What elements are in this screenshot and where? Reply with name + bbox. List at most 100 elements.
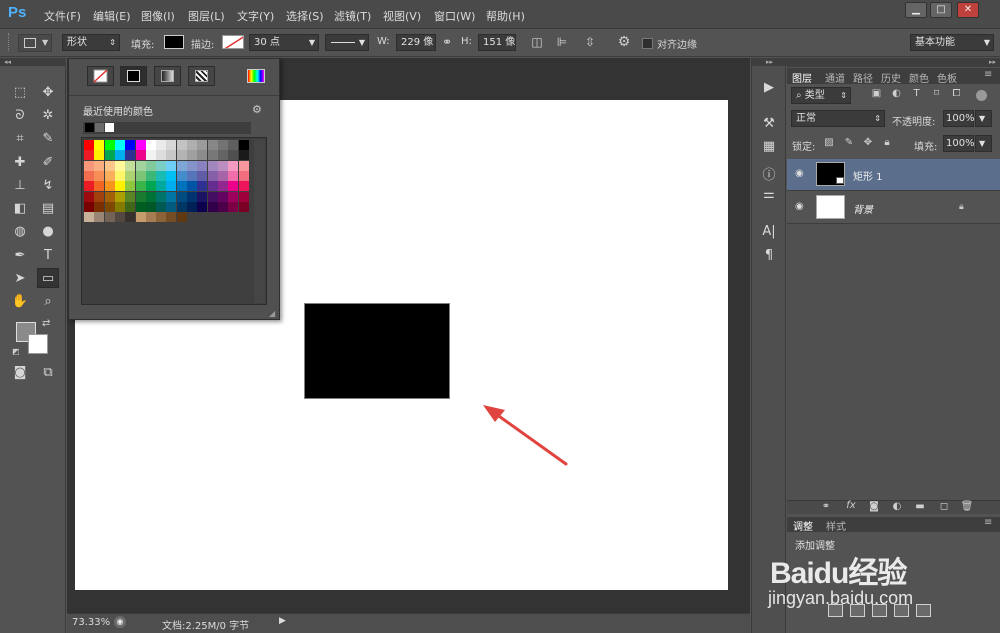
- color-swatch[interactable]: [104, 150, 115, 161]
- status-info-icon[interactable]: ◉: [114, 616, 126, 628]
- color-swatch[interactable]: [238, 181, 249, 192]
- color-swatch[interactable]: [104, 160, 115, 171]
- color-swatch[interactable]: [114, 150, 125, 161]
- color-swatch[interactable]: [125, 212, 136, 223]
- color-swatch[interactable]: [197, 191, 208, 202]
- background-color-swatch[interactable]: [28, 334, 48, 354]
- recent-color-swatch[interactable]: [105, 123, 114, 132]
- color-swatch[interactable]: [104, 201, 115, 212]
- color-swatch[interactable]: [217, 150, 228, 161]
- color-swatch[interactable]: [166, 170, 177, 181]
- color-swatch[interactable]: [84, 212, 94, 223]
- color-swatch[interactable]: [238, 201, 249, 212]
- trash-icon[interactable]: 🗑︎: [960, 501, 974, 512]
- color-swatch[interactable]: [125, 191, 136, 202]
- tool-presets-icon[interactable]: ⚒: [757, 116, 781, 134]
- color-swatch[interactable]: [156, 212, 167, 223]
- color-swatch[interactable]: [94, 191, 105, 202]
- color-swatch[interactable]: [135, 212, 146, 223]
- filter-shape-icon[interactable]: ⌑: [930, 88, 943, 99]
- move-tool-icon[interactable]: ✥: [37, 83, 59, 103]
- layer-row-rectangle[interactable]: ◉ 矩形 1: [787, 159, 1000, 191]
- color-swatch[interactable]: [228, 150, 239, 161]
- color-swatch[interactable]: [207, 201, 218, 212]
- color-swatch[interactable]: [156, 160, 167, 171]
- color-swatch[interactable]: [114, 191, 125, 202]
- marquee-tool-icon[interactable]: ⬚: [9, 83, 31, 103]
- collapse-handle[interactable]: ◂◂: [0, 58, 66, 66]
- opacity-input[interactable]: 100%: [943, 110, 975, 127]
- color-swatch[interactable]: [166, 150, 177, 161]
- color-swatch[interactable]: [228, 140, 239, 150]
- properties-icon[interactable]: ⚌: [757, 187, 781, 205]
- color-swatch[interactable]: [125, 150, 136, 161]
- color-swatch[interactable]: [94, 181, 105, 192]
- color-swatch[interactable]: [135, 140, 146, 150]
- panel-collapse-handle[interactable]: ▸▸: [787, 58, 1000, 67]
- filter-pixel-icon[interactable]: ▣: [870, 88, 883, 99]
- grip-handle[interactable]: [8, 33, 12, 51]
- color-swatch[interactable]: [104, 140, 115, 150]
- color-swatch[interactable]: [238, 150, 249, 161]
- path-operations-icon[interactable]: ◫: [530, 35, 544, 49]
- color-swatch[interactable]: [207, 150, 218, 161]
- color-swatch[interactable]: [156, 140, 167, 150]
- rectangle-tool-icon[interactable]: ▭: [37, 268, 59, 288]
- stroke-width-field[interactable]: 30 点 ▼: [249, 34, 319, 51]
- color-swatch[interactable]: [114, 201, 125, 212]
- color-swatch[interactable]: [217, 201, 228, 212]
- color-swatch[interactable]: [84, 191, 94, 202]
- close-button[interactable]: ✕: [957, 2, 979, 18]
- fill-swatch[interactable]: [164, 35, 184, 49]
- fill-opacity-input[interactable]: 100%: [943, 135, 975, 152]
- width-input[interactable]: 229 像: [396, 34, 436, 51]
- recent-color-swatch[interactable]: [85, 123, 94, 132]
- color-swatch[interactable]: [166, 212, 177, 223]
- color-swatch[interactable]: [94, 150, 105, 161]
- tab-swatches[interactable]: 色板: [937, 70, 957, 85]
- brush-tool-icon[interactable]: ✐: [37, 153, 59, 173]
- character-icon[interactable]: A|: [757, 224, 781, 242]
- zoom-tool-icon[interactable]: ⌕: [37, 292, 59, 312]
- resize-grip-icon[interactable]: ◢: [269, 309, 275, 318]
- color-swatch[interactable]: [114, 170, 125, 181]
- menu-window[interactable]: 窗口(W): [434, 8, 475, 24]
- layer-name[interactable]: 矩形 1: [853, 168, 883, 183]
- layer-mask-icon[interactable]: ◙: [867, 501, 881, 512]
- color-swatch[interactable]: [217, 191, 228, 202]
- brush-presets-icon[interactable]: ▦: [757, 139, 781, 157]
- color-swatch[interactable]: [176, 160, 187, 171]
- color-swatch[interactable]: [166, 140, 177, 150]
- zoom-level[interactable]: 73.33%: [72, 617, 110, 628]
- color-swatch[interactable]: [228, 160, 239, 171]
- color-swatch[interactable]: [156, 191, 167, 202]
- color-swatch[interactable]: [94, 170, 105, 181]
- menu-type[interactable]: 文字(Y): [237, 8, 274, 24]
- menu-file[interactable]: 文件(F): [44, 8, 81, 24]
- color-swatch[interactable]: [228, 201, 239, 212]
- color-swatch[interactable]: [176, 181, 187, 192]
- color-swatch[interactable]: [207, 170, 218, 181]
- mode-select[interactable]: 形状 ⇕: [62, 34, 120, 51]
- solid-color-button[interactable]: [120, 66, 147, 86]
- crop-tool-icon[interactable]: ⌗: [9, 129, 31, 149]
- swap-colors-icon[interactable]: ⇄: [42, 318, 50, 329]
- color-swatch[interactable]: [145, 170, 156, 181]
- eyedropper-tool-icon[interactable]: ✎: [37, 129, 59, 149]
- color-swatch[interactable]: [125, 140, 136, 150]
- menu-select[interactable]: 选择(S): [286, 8, 324, 24]
- fx-icon[interactable]: fx: [843, 500, 859, 511]
- color-swatch[interactable]: [84, 170, 94, 181]
- path-alignment-icon[interactable]: ⊫: [555, 35, 569, 49]
- tab-layers[interactable]: 图层: [792, 70, 812, 85]
- gear-icon[interactable]: ⚙: [252, 103, 262, 116]
- opacity-slider-toggle[interactable]: ▼: [975, 110, 992, 127]
- color-swatch[interactable]: [217, 160, 228, 171]
- color-swatch[interactable]: [104, 181, 115, 192]
- color-swatch[interactable]: [135, 150, 146, 161]
- color-swatch[interactable]: [187, 140, 197, 150]
- color-swatch[interactable]: [104, 170, 115, 181]
- visibility-eye-icon[interactable]: ◉: [795, 201, 807, 213]
- color-swatch[interactable]: [238, 160, 249, 171]
- dodge-tool-icon[interactable]: ●: [37, 222, 59, 242]
